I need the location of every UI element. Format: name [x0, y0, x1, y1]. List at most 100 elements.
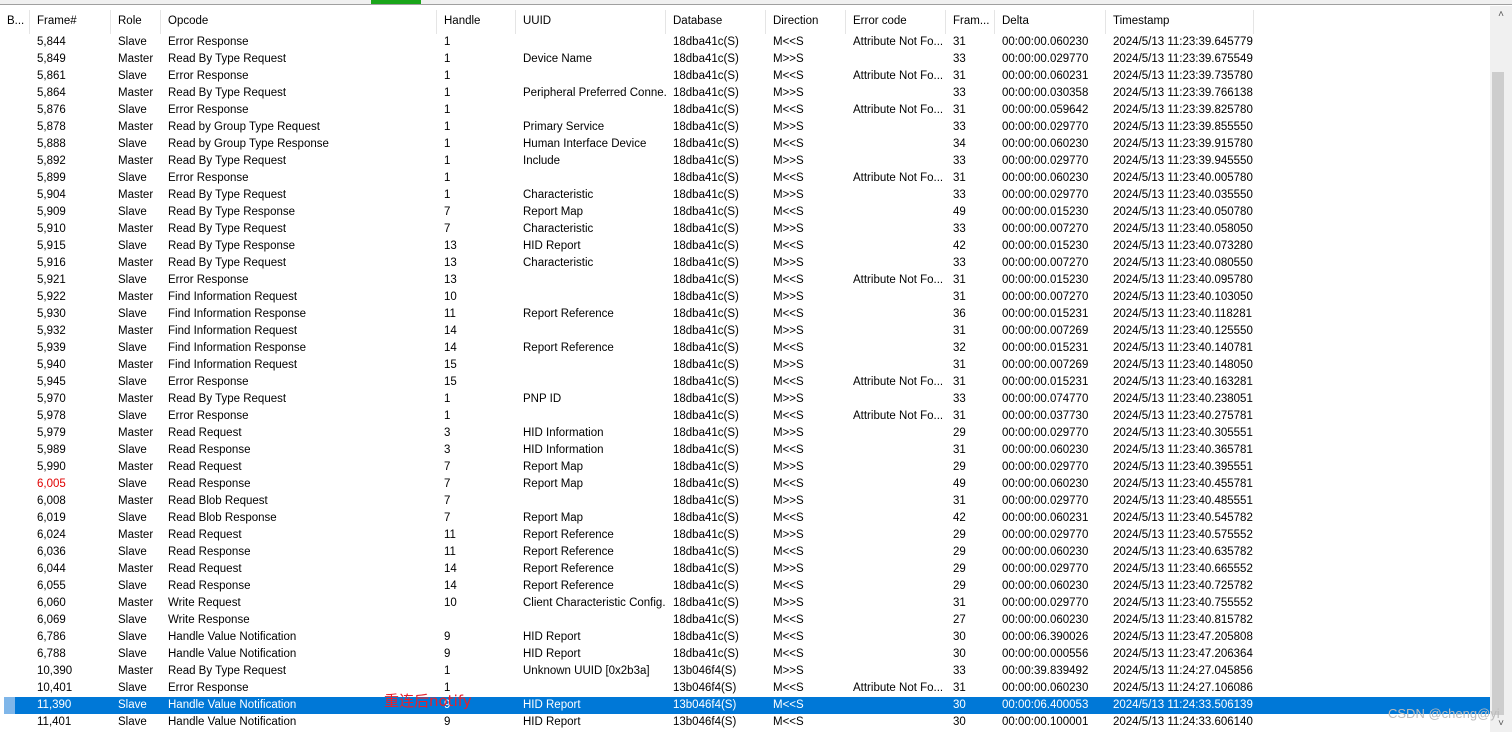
table-row[interactable]: 5,930 Slave Find Information Response 11 Rep…	[0, 306, 1490, 323]
column-header-database[interactable]: Database	[666, 10, 766, 34]
table-row[interactable]: 5,844 Slave Error Response 1 18dba41c(S) M<<S…	[0, 34, 1490, 51]
table-row[interactable]: 6,005 Slave Read Response 7 Report Map 18dba4…	[0, 476, 1490, 493]
chevron-up-icon[interactable]: ˄	[1490, 6, 1512, 24]
cell-role: Slave	[118, 36, 147, 48]
table-row[interactable]: 6,008 Master Read Blob Request 7 18dba41c(S)…	[0, 493, 1490, 510]
column-header-frame[interactable]: Frame#	[30, 10, 111, 34]
cell-direction: M>>S	[773, 53, 804, 65]
table-row[interactable]: 6,044 Master Read Request 14 Report Referenc…	[0, 561, 1490, 578]
cell-delta: 00:00:39.839492	[1002, 665, 1089, 677]
cell-delta: 00:00:00.029770	[1002, 121, 1089, 133]
cell-uuid: Report Map	[523, 461, 584, 473]
table-row[interactable]: 10,390 Master Read By Type Request 1 Unknown…	[0, 663, 1490, 680]
cell-role: Slave	[118, 410, 147, 422]
table-row[interactable]: 6,024 Master Read Request 11 Report Referenc…	[0, 527, 1490, 544]
cell-direction: M>>S	[773, 359, 804, 371]
column-header-role[interactable]: Role	[111, 10, 161, 34]
table-row[interactable]: 5,940 Master Find Information Request 15 18d…	[0, 357, 1490, 374]
table-row[interactable]: 6,036 Slave Read Response 11 Report Referenc…	[0, 544, 1490, 561]
cell-frame: 6,055	[37, 580, 66, 592]
cell-opcode: Read Request	[168, 427, 242, 439]
cell-uuid: Report Map	[523, 478, 584, 490]
cell-direction: M<<S	[773, 546, 804, 558]
column-header-bookmark[interactable]: B...	[0, 10, 30, 34]
table-row[interactable]: 5,899 Slave Error Response 1 18dba41c(S) M<<S…	[0, 170, 1490, 187]
table-row[interactable]: 5,990 Master Read Request 7 Report Map 18dba4…	[0, 459, 1490, 476]
table-row[interactable]: 10,401 Slave Error Response 1 13b046f4(S) M<<…	[0, 680, 1490, 697]
table-row[interactable]: 5,939 Slave Find Information Response 14 Rep…	[0, 340, 1490, 357]
cell-database: 13b046f4(S)	[673, 682, 737, 694]
table-row[interactable]: 5,892 Master Read By Type Request 1 Include 1…	[0, 153, 1490, 170]
table-row[interactable]: 5,921 Slave Error Response 13 18dba41c(S) M<<…	[0, 272, 1490, 289]
table-row[interactable]: 5,989 Slave Read Response 3 HID Information 1…	[0, 442, 1490, 459]
cell-frame-length: 42	[953, 512, 966, 524]
cell-timestamp: 2024/5/13 11:23:40.163281	[1113, 376, 1253, 388]
cell-direction: M>>S	[773, 393, 804, 405]
cell-database: 18dba41c(S)	[673, 308, 739, 320]
column-header-direction[interactable]: Direction	[766, 10, 846, 34]
cell-role: Master	[118, 291, 154, 303]
table-row[interactable]: 6,060 Master Write Request 10 Client Charact…	[0, 595, 1490, 612]
column-header-uuid[interactable]: UUID	[516, 10, 666, 34]
cell-role: Master	[118, 529, 154, 541]
table-row[interactable]: 5,979 Master Read Request 3 HID Information 1…	[0, 425, 1490, 442]
table-row[interactable]: 6,069 Slave Write Response 18dba41c(S) M<<S 2…	[0, 612, 1490, 629]
vertical-scrollbar[interactable]: ˄ ˅	[1490, 6, 1512, 732]
table-row[interactable]: 5,922 Master Find Information Request 10 18d…	[0, 289, 1490, 306]
table-row[interactable]: 5,932 Master Find Information Request 14 18d…	[0, 323, 1490, 340]
cell-database: 18dba41c(S)	[673, 631, 739, 643]
table-row[interactable]: 6,786 Slave Handle Value Notification 9 HID …	[0, 629, 1490, 646]
cell-handle: 1	[444, 53, 451, 65]
table-row[interactable]: 5,910 Master Read By Type Request 7 Characte…	[0, 221, 1490, 238]
scrollbar-thumb[interactable]	[1492, 72, 1504, 715]
active-tab[interactable]	[371, 0, 421, 4]
cell-frame: 5,922	[37, 291, 66, 303]
table-row[interactable]: 6,055 Slave Read Response 14 Report Referenc…	[0, 578, 1490, 595]
table-row[interactable]: 5,978 Slave Error Response 1 18dba41c(S) M<<S…	[0, 408, 1490, 425]
cell-handle: 1	[444, 189, 451, 201]
cell-handle: 10	[444, 597, 457, 609]
cell-frame: 5,989	[37, 444, 66, 456]
cell-timestamp: 2024/5/13 11:23:40.073280	[1113, 240, 1253, 252]
table-row[interactable]: 5,864 Master Read By Type Request 1 Peripher…	[0, 85, 1490, 102]
table-row[interactable]: 5,916 Master Read By Type Request 13 Charact…	[0, 255, 1490, 272]
table-row[interactable]: 5,849 Master Read By Type Request 1 Device N…	[0, 51, 1490, 68]
table-row[interactable]: 11,390 Slave Handle Value Notification 9 HID…	[0, 697, 1490, 714]
cell-frame: 5,904	[37, 189, 66, 201]
cell-timestamp: 2024/5/13 11:23:39.825780	[1113, 104, 1253, 116]
table-row[interactable]: 5,915 Slave Read By Type Response 13 HID Rep…	[0, 238, 1490, 255]
table-row[interactable]: 5,945 Slave Error Response 15 18dba41c(S) M<<…	[0, 374, 1490, 391]
cell-direction: M<<S	[773, 342, 804, 354]
table-row[interactable]: 6,019 Slave Read Blob Response 7 Report Map 1…	[0, 510, 1490, 527]
column-header-timestamp[interactable]: Timestamp	[1106, 10, 1254, 34]
cell-role: Slave	[118, 104, 147, 116]
cell-opcode: Error Response	[168, 104, 249, 116]
cell-uuid	[516, 408, 666, 425]
column-header-opcode[interactable]: Opcode	[161, 10, 437, 34]
table-row[interactable]: 5,878 Master Read by Group Type Request 1 Pr…	[0, 119, 1490, 136]
table-row[interactable]: 5,970 Master Read By Type Request 1 PNP ID 18…	[0, 391, 1490, 408]
table-row[interactable]: 5,904 Master Read By Type Request 1 Characte…	[0, 187, 1490, 204]
column-header-error-code[interactable]: Error code	[846, 10, 946, 34]
column-header-frame-length[interactable]: Fram...	[946, 10, 995, 34]
table-row[interactable]: 6,788 Slave Handle Value Notification 9 HID …	[0, 646, 1490, 663]
cell-error-code	[846, 476, 946, 493]
table-row[interactable]: 5,909 Slave Read By Type Response 7 Report M…	[0, 204, 1490, 221]
cell-role: Master	[118, 563, 154, 575]
cell-direction: M>>S	[773, 427, 804, 439]
table-row[interactable]: 5,861 Slave Error Response 1 18dba41c(S) M<<S…	[0, 68, 1490, 85]
cell-frame: 10,401	[37, 682, 73, 694]
column-header-delta[interactable]: Delta	[995, 10, 1106, 34]
cell-handle: 1	[444, 410, 451, 422]
cell-opcode: Find Information Request	[168, 359, 298, 371]
cell-timestamp: 2024/5/13 11:23:40.365781	[1113, 444, 1253, 456]
table-row[interactable]: 5,876 Slave Error Response 1 18dba41c(S) M<<S…	[0, 102, 1490, 119]
cell-role: Master	[118, 257, 154, 269]
cell-delta: 00:00:00.015231	[1002, 308, 1089, 320]
cell-role: Slave	[118, 138, 147, 150]
table-row[interactable]: 5,888 Slave Read by Group Type Response 1 Hu…	[0, 136, 1490, 153]
cell-frame: 5,940	[37, 359, 66, 371]
column-header-handle[interactable]: Handle	[437, 10, 516, 34]
table-row[interactable]: 11,401 Slave Handle Value Notification 9 HID…	[0, 714, 1490, 731]
cell-timestamp: 2024/5/13 11:23:40.050780	[1113, 206, 1253, 218]
